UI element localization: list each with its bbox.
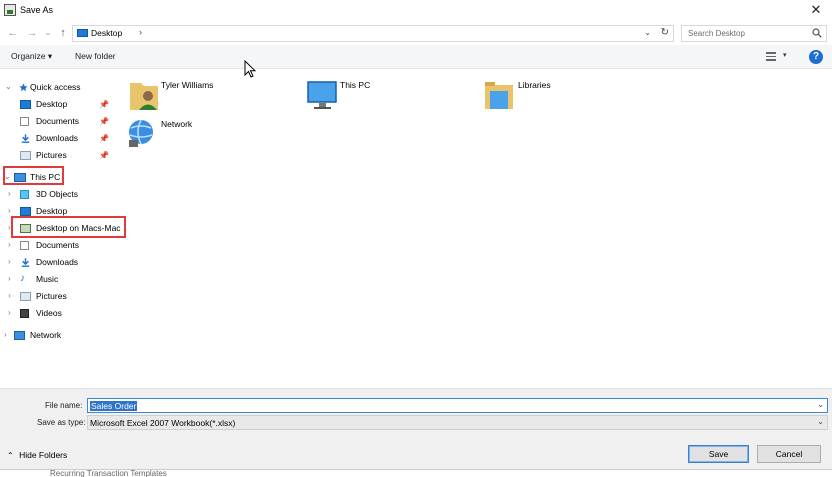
tree-label: Desktop bbox=[36, 99, 68, 109]
search-box[interactable]: Search Desktop bbox=[681, 25, 827, 42]
pictures-icon bbox=[20, 292, 31, 301]
save-type-label: Save as type: bbox=[37, 418, 86, 427]
network-icon bbox=[14, 331, 25, 340]
back-icon[interactable]: ← bbox=[5, 25, 21, 41]
tree-label-network: Network bbox=[30, 330, 62, 340]
documents-icon bbox=[20, 117, 29, 126]
list-item-network[interactable]: Network bbox=[125, 116, 275, 156]
item-label: Libraries bbox=[518, 80, 551, 90]
item-label: Tyler Williams bbox=[161, 80, 214, 90]
collapse-chevron-icon[interactable]: ⌄ bbox=[4, 169, 11, 185]
close-icon[interactable]: ✕ bbox=[808, 2, 824, 18]
navigation-pane: ⌄ Quick access Desktop 📌 Documents 📌 Dow… bbox=[0, 70, 126, 388]
search-icon[interactable] bbox=[812, 28, 822, 38]
refresh-icon[interactable]: ↻ bbox=[661, 27, 669, 38]
forward-icon[interactable]: → bbox=[24, 25, 40, 41]
list-item-this-pc[interactable]: This PC bbox=[305, 77, 455, 117]
address-bar[interactable]: Desktop › ⌄ ↻ bbox=[72, 25, 674, 42]
music-note-icon: ♪ bbox=[20, 273, 25, 284]
up-folder-icon[interactable]: ↑ bbox=[55, 25, 71, 41]
expand-chevron-icon[interactable]: ⌄ bbox=[5, 79, 12, 95]
background-window-strip: Recurring Transaction Templates bbox=[0, 469, 832, 477]
item-label: Network bbox=[161, 119, 193, 129]
tree-label-quick-access: Quick access bbox=[30, 82, 81, 92]
desktop-folder-icon bbox=[20, 100, 31, 109]
window-title: Save As bbox=[20, 5, 54, 15]
address-path[interactable]: Desktop bbox=[91, 28, 122, 38]
expand-chevron-icon[interactable]: › bbox=[8, 220, 11, 236]
pin-icon[interactable]: 📌 bbox=[99, 151, 109, 160]
view-dropdown-icon[interactable]: ▾ bbox=[783, 51, 787, 59]
network-globe-icon bbox=[129, 119, 153, 147]
expand-chevron-icon[interactable]: › bbox=[4, 327, 7, 343]
pin-icon[interactable]: 📌 bbox=[99, 100, 109, 109]
tree-label: 3D Objects bbox=[36, 189, 79, 199]
file-name-value[interactable]: Sales Order bbox=[90, 401, 138, 411]
tree-label: Music bbox=[36, 274, 59, 284]
collapse-chevron-icon: ⌃ bbox=[7, 451, 14, 460]
star-icon bbox=[19, 83, 28, 92]
pin-icon[interactable]: 📌 bbox=[99, 117, 109, 126]
mouse-cursor-icon bbox=[244, 60, 257, 78]
help-icon[interactable]: ? bbox=[809, 50, 823, 64]
save-type-dropdown-icon[interactable]: ⌄ bbox=[817, 417, 824, 426]
videos-icon bbox=[20, 309, 29, 318]
file-name-field[interactable]: Sales Order ⌄ bbox=[87, 398, 828, 413]
command-toolbar: Organize ▾ New folder ▾ ? bbox=[0, 45, 832, 69]
search-input[interactable]: Search Desktop bbox=[688, 29, 745, 38]
address-separator-chevron-icon[interactable]: › bbox=[139, 27, 142, 37]
expand-chevron-icon[interactable]: › bbox=[8, 254, 11, 270]
cancel-button[interactable]: Cancel bbox=[757, 445, 821, 463]
file-list-view: Tyler Williams This PC Libraries Network bbox=[117, 70, 832, 388]
3d-objects-icon bbox=[20, 190, 29, 199]
recent-locations-dropdown-icon[interactable]: ⌄ bbox=[40, 25, 56, 41]
user-folder-icon bbox=[130, 83, 158, 110]
desktop-folder-icon bbox=[20, 207, 31, 216]
list-item-libraries[interactable]: Libraries bbox=[482, 77, 632, 117]
expand-chevron-icon[interactable]: › bbox=[8, 305, 11, 321]
address-dropdown-icon[interactable]: ⌄ bbox=[644, 28, 651, 37]
computer-icon bbox=[307, 81, 337, 109]
file-name-label: File name: bbox=[45, 401, 83, 410]
tree-label: Documents bbox=[36, 116, 79, 126]
download-arrow-icon bbox=[21, 258, 30, 267]
download-arrow-icon bbox=[21, 134, 30, 143]
pin-icon[interactable]: 📌 bbox=[99, 134, 109, 143]
expand-chevron-icon[interactable]: › bbox=[8, 237, 11, 253]
documents-icon bbox=[20, 241, 29, 250]
file-name-dropdown-icon[interactable]: ⌄ bbox=[817, 400, 824, 409]
tree-label: Pictures bbox=[36, 150, 67, 160]
desktop-folder-icon bbox=[77, 29, 88, 37]
view-options-icon[interactable] bbox=[766, 52, 776, 61]
organize-button[interactable]: Organize ▾ bbox=[11, 51, 52, 62]
tree-label-this-pc: This PC bbox=[30, 172, 61, 182]
tree-label: Desktop on Macs-Mac bbox=[36, 223, 121, 233]
excel-app-icon bbox=[4, 4, 16, 16]
hide-folders-label: Hide Folders bbox=[19, 450, 68, 460]
item-label: This PC bbox=[340, 80, 371, 90]
pictures-icon bbox=[20, 151, 31, 160]
title-bar: Save As ✕ bbox=[0, 0, 832, 22]
tree-label: Documents bbox=[36, 240, 79, 250]
new-folder-button[interactable]: New folder bbox=[75, 51, 116, 61]
background-strip-text: Recurring Transaction Templates bbox=[50, 469, 167, 477]
save-type-select[interactable]: Microsoft Excel 2007 Workbook(*.xlsx) ⌄ bbox=[87, 415, 828, 430]
network-drive-icon bbox=[20, 224, 31, 233]
list-item-tyler-williams[interactable]: Tyler Williams bbox=[128, 77, 278, 117]
navigation-bar: ← → ⌄ ↑ Desktop › ⌄ ↻ Search Desktop bbox=[0, 22, 832, 44]
expand-chevron-icon[interactable]: › bbox=[8, 186, 11, 202]
expand-chevron-icon[interactable]: › bbox=[8, 288, 11, 304]
libraries-icon bbox=[485, 82, 513, 109]
tree-label: Videos bbox=[36, 308, 62, 318]
tree-label: Pictures bbox=[36, 291, 67, 301]
save-type-value: Microsoft Excel 2007 Workbook(*.xlsx) bbox=[90, 418, 236, 428]
computer-icon bbox=[14, 173, 26, 182]
save-options-pane: File name: Sales Order ⌄ Save as type: M… bbox=[0, 388, 832, 477]
expand-chevron-icon[interactable]: › bbox=[8, 271, 11, 287]
tree-label: Downloads bbox=[36, 257, 79, 267]
save-button[interactable]: Save bbox=[688, 445, 749, 463]
tree-label: Downloads bbox=[36, 133, 79, 143]
hide-folders-button[interactable]: ⌃ Hide Folders bbox=[7, 450, 67, 460]
